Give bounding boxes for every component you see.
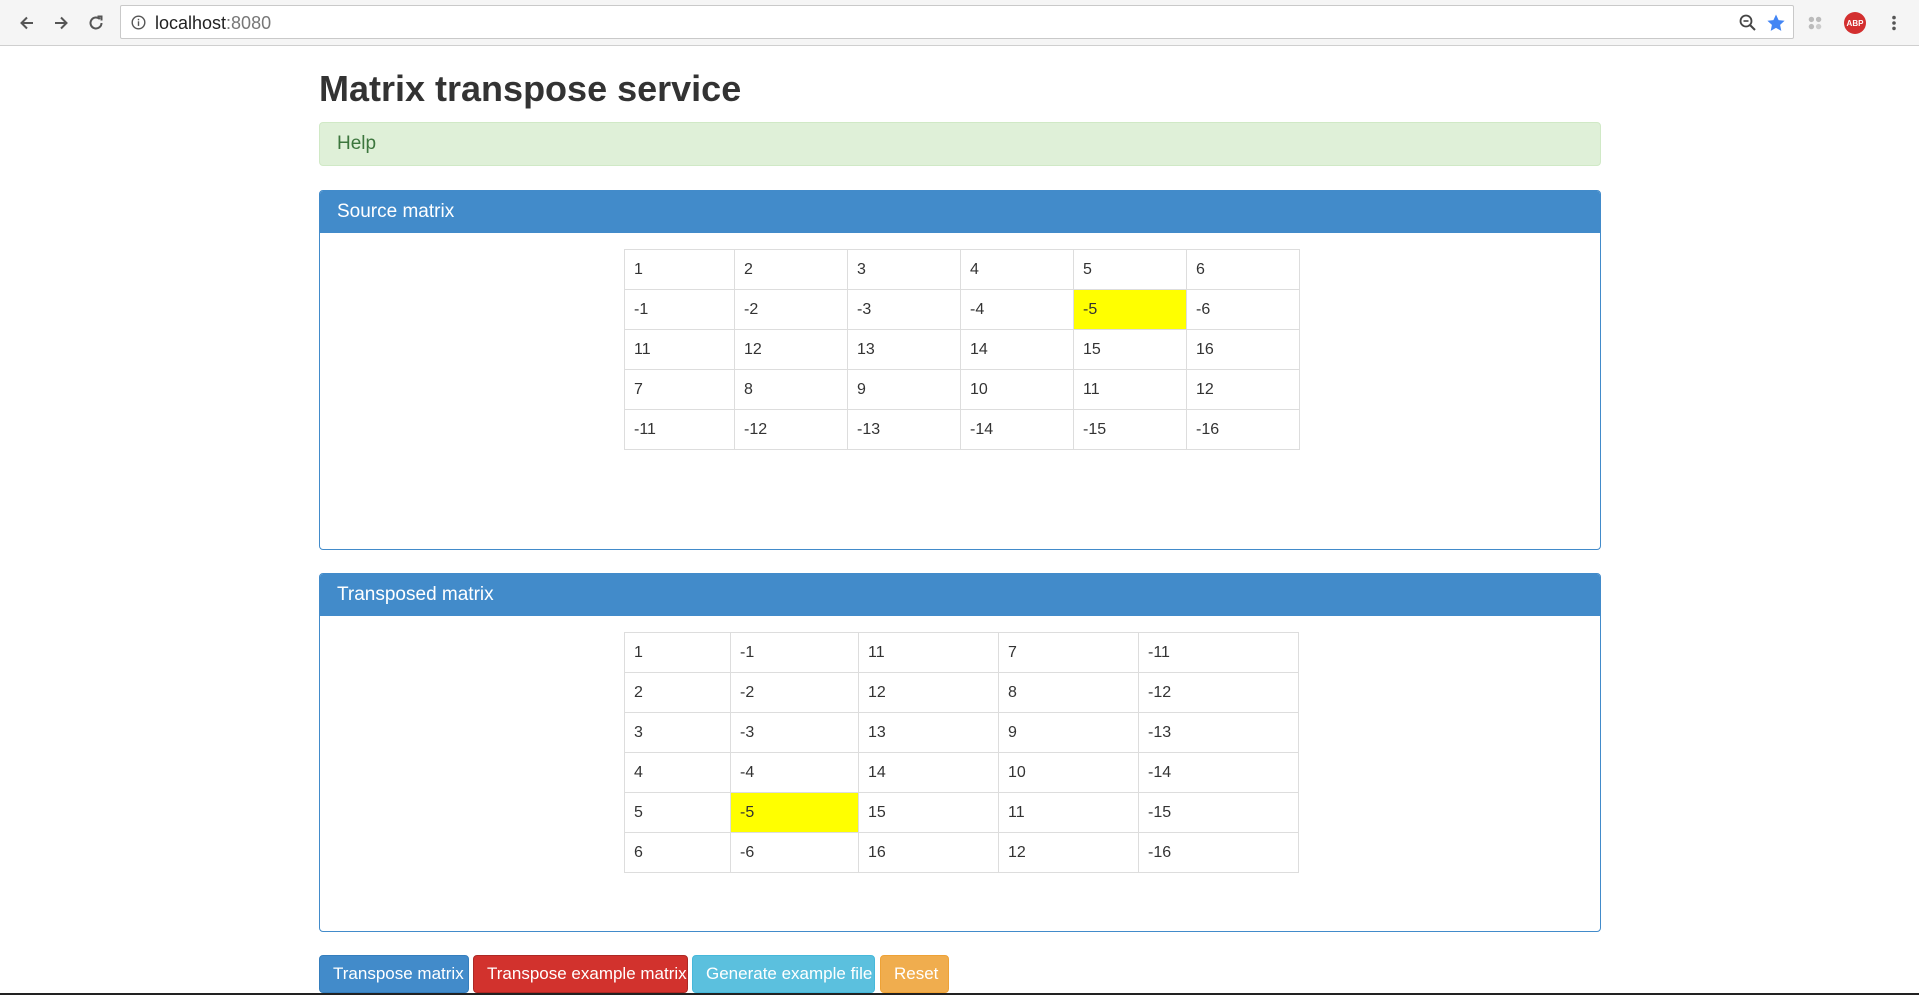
matrix-cell[interactable]: 6 (624, 832, 731, 873)
matrix-cell[interactable]: 14 (960, 329, 1074, 370)
matrix-cell[interactable]: -14 (960, 409, 1074, 450)
matrix-cell[interactable]: -11 (624, 409, 735, 450)
matrix-cell[interactable]: 12 (734, 329, 848, 370)
matrix-cell[interactable]: -14 (1138, 752, 1299, 793)
matrix-cell[interactable]: 11 (1073, 369, 1187, 410)
menu-icon[interactable] (1882, 11, 1906, 35)
back-icon[interactable] (15, 11, 39, 35)
transpose-matrix-button[interactable]: Transpose matrix (319, 955, 469, 993)
matrix-cell[interactable]: -2 (730, 672, 859, 713)
matrix-cell[interactable]: -1 (730, 632, 859, 673)
matrix-row: 123456 (624, 249, 1300, 290)
reset-button[interactable]: Reset (880, 955, 949, 993)
adblock-icon[interactable]: ABP (1843, 11, 1867, 35)
matrix-cell[interactable]: 8 (734, 369, 848, 410)
matrix-row: 6 -6 16 12 -16 (624, 832, 1299, 873)
matrix-cell[interactable]: 12 (998, 832, 1139, 873)
matrix-cell[interactable]: 2 (624, 672, 731, 713)
transposed-matrix-panel: Transposed matrix 1 -1 11 7 -11 2 -2 12 8 -12 3 -3 1… (319, 573, 1601, 932)
matrix-cell[interactable]: 11 (998, 792, 1139, 833)
matrix-row: 3 -3 13 9 -13 (624, 712, 1299, 753)
page-title: Matrix transpose service (319, 68, 742, 109)
matrix-cell[interactable]: 11 (624, 329, 735, 370)
info-icon[interactable] (131, 15, 146, 30)
forward-icon[interactable] (49, 11, 73, 35)
source-matrix-panel: Source matrix 1 2 3 4 5 6 -1 -2 -3 -4 -5 -6 11 12 13 14… (319, 190, 1601, 550)
matrix-cell[interactable]: 16 (1186, 329, 1300, 370)
source-matrix-heading: Source matrix (320, 191, 1600, 233)
matrix-cell[interactable]: -4 (960, 289, 1074, 330)
matrix-cell[interactable]: -6 (730, 832, 859, 873)
star-icon[interactable] (1766, 13, 1786, 33)
matrix-cell[interactable]: 1 (624, 632, 731, 673)
matrix-cell[interactable]: 10 (998, 752, 1139, 793)
matrix-cell[interactable]: 13 (858, 712, 999, 753)
matrix-cell[interactable]: 4 (624, 752, 731, 793)
matrix-cell[interactable]: 5 (1073, 249, 1187, 290)
url-host: localhost (155, 13, 227, 33)
matrix-cell[interactable]: -3 (730, 712, 859, 753)
matrix-row: 2 -2 12 8 -12 (624, 672, 1299, 713)
matrix-cell[interactable]: -16 (1186, 409, 1300, 450)
matrix-cell[interactable]: 15 (1073, 329, 1187, 370)
adblock-label: ABP (1844, 12, 1866, 34)
matrix-cell[interactable]: 2 (734, 249, 848, 290)
help-toggle[interactable]: Help (319, 122, 1601, 166)
matrix-cell[interactable]: -16 (1138, 832, 1299, 873)
matrix-cell[interactable]: 3 (847, 249, 961, 290)
matrix-cell[interactable]: 14 (858, 752, 999, 793)
matrix-cell[interactable]: 16 (858, 832, 999, 873)
matrix-cell[interactable]: -6 (1186, 289, 1300, 330)
matrix-row: -1 -2 -3 -4 -5 -6 (624, 289, 1300, 330)
generate-example-file-button[interactable]: Generate example file (692, 955, 875, 993)
matrix-row: 1 -1 11 7 -11 (624, 632, 1299, 673)
matrix-cell[interactable]: -12 (1138, 672, 1299, 713)
matrix-row: -11 -12 -13 -14 -15 -16 (624, 409, 1300, 450)
matrix-cell[interactable]: 13 (847, 329, 961, 370)
matrix-cell[interactable]: 10 (960, 369, 1074, 410)
transpose-example-button[interactable]: Transpose example matrix (473, 955, 688, 993)
matrix-cell[interactable]: 5 (624, 792, 731, 833)
matrix-cell[interactable]: -4 (730, 752, 859, 793)
matrix-cell[interactable]: 12 (1186, 369, 1300, 410)
zoom-icon[interactable] (1738, 13, 1758, 33)
matrix-cell[interactable]: 1 (624, 249, 735, 290)
matrix-cell[interactable]: 7 (998, 632, 1139, 673)
extension-icon[interactable] (1803, 11, 1827, 35)
matrix-cell[interactable]: -13 (1138, 712, 1299, 753)
matrix-cell[interactable]: 7 (624, 369, 735, 410)
matrix-cell[interactable]: -3 (847, 289, 961, 330)
matrix-cell[interactable]: -15 (1138, 792, 1299, 833)
matrix-cell[interactable]: 6 (1186, 249, 1300, 290)
transposed-matrix-table: 1 -1 11 7 -11 2 -2 12 8 -12 3 -3 13 9 -13 4 -4 14 10 -14 5 -5… (624, 632, 1299, 873)
matrix-cell[interactable]: 9 (847, 369, 961, 410)
matrix-row: 5 -5 15 11 -15 (624, 792, 1299, 833)
matrix-row: 11 12 13 14 15 16 (624, 329, 1300, 370)
matrix-cell[interactable]: -11 (1138, 632, 1299, 673)
matrix-row: 4 -4 14 10 -14 (624, 752, 1299, 793)
matrix-cell[interactable]: -15 (1073, 409, 1187, 450)
matrix-cell[interactable]: 12 (858, 672, 999, 713)
matrix-cell[interactable]: -2 (734, 289, 848, 330)
transposed-matrix-heading: Transposed matrix (320, 574, 1600, 616)
matrix-row: 7 8 9 10 11 12 (624, 369, 1300, 410)
matrix-cell[interactable]: -12 (734, 409, 848, 450)
source-matrix-table: 1 2 3 4 5 6 -1 -2 -3 -4 -5 -6 11 12 13 14 15 16 7 8 9 10 11 12-… (624, 249, 1300, 450)
reload-icon[interactable] (84, 11, 108, 35)
url-port: :8080 (226, 13, 272, 33)
matrix-cell-highlighted[interactable]: -5 (1073, 289, 1187, 330)
matrix-cell[interactable]: 15 (858, 792, 999, 833)
matrix-cell[interactable]: -1 (624, 289, 735, 330)
matrix-cell[interactable]: 3 (624, 712, 731, 753)
matrix-cell[interactable]: 4 (960, 249, 1074, 290)
matrix-cell[interactable]: 8 (998, 672, 1139, 713)
matrix-cell-highlighted[interactable]: -5 (730, 792, 859, 833)
matrix-cell[interactable]: -13 (847, 409, 961, 450)
browser-toolbar: localhost:8080 ABP (0, 0, 1919, 46)
matrix-cell[interactable]: 11 (858, 632, 999, 673)
address-bar[interactable]: localhost:8080 (120, 5, 1794, 39)
url-text[interactable]: localhost:8080 (155, 13, 271, 34)
matrix-cell[interactable]: 9 (998, 712, 1139, 753)
